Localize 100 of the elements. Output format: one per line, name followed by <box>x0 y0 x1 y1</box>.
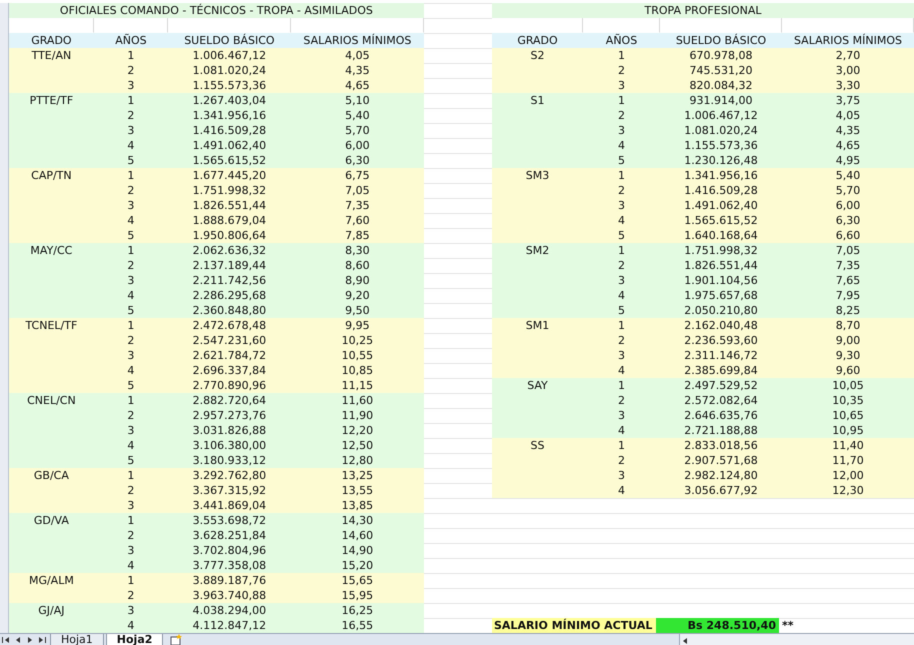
table-cell: 3.056.677,92 <box>660 483 782 498</box>
table-cell: 5 <box>583 303 660 318</box>
table-cell: SM3 <box>492 168 583 243</box>
table-cell: 2.982.124,80 <box>660 468 782 483</box>
table-cell: 1.341.956,16 <box>168 108 291 123</box>
table-cell: 8,70 <box>782 318 914 333</box>
table-cell: 1 <box>94 573 168 588</box>
table-cell: 11,40 <box>782 438 914 453</box>
table-cell: 7,60 <box>290 213 424 228</box>
table-cell: 1.901.104,56 <box>660 273 782 288</box>
table-cell: 2 <box>583 63 660 78</box>
table-cell: GJ/AJ <box>8 603 94 633</box>
table-cell: 3 <box>583 408 660 423</box>
horizontal-scrollbar[interactable] <box>679 634 914 645</box>
table-cell: 1.006.467,12 <box>660 108 782 123</box>
new-sheet-icon[interactable] <box>169 634 184 645</box>
table-cell: 4 <box>94 213 168 228</box>
table-cell: 10,95 <box>782 423 914 438</box>
table-cell: 5 <box>94 453 168 468</box>
table-cell: 4 <box>583 138 660 153</box>
table-cell: 4,95 <box>782 153 914 168</box>
table-cell: 5,10 <box>290 93 424 108</box>
sheet-tab[interactable]: Hoja2 <box>106 634 164 645</box>
table-title: TROPA PROFESIONAL <box>492 3 914 18</box>
table-cell: 1 <box>94 168 168 183</box>
table-cell: 3.553.698,72 <box>168 513 291 528</box>
table-cell: 11,15 <box>290 378 424 393</box>
table-cell: 1 <box>94 468 168 483</box>
table-cell: 1.081.020,24 <box>168 63 291 78</box>
table-cell: 5,40 <box>290 108 424 123</box>
table-cell: CNEL/CN <box>8 393 94 468</box>
table-cell: 2,70 <box>782 48 914 63</box>
table-cell: 2.385.699,84 <box>660 363 782 378</box>
table-cell: 2.472.678,48 <box>168 318 291 333</box>
table-cell: 1 <box>583 438 660 453</box>
table-cell: 3 <box>94 348 168 363</box>
table-cell: 14,60 <box>290 528 424 543</box>
table-cell: 1 <box>583 318 660 333</box>
table-cell: 4,35 <box>290 63 424 78</box>
table-cell: 12,30 <box>782 483 914 498</box>
table-cell: 1 <box>94 513 168 528</box>
table-cell: 3.367.315,92 <box>168 483 291 498</box>
table-cell: 3.777.358,08 <box>168 558 291 573</box>
table-cell: 10,05 <box>782 378 914 393</box>
table-cell: 2.572.082,64 <box>660 393 782 408</box>
column-header: AÑOS <box>583 33 660 48</box>
table-cell: 7,05 <box>290 183 424 198</box>
table-cell: 3 <box>583 78 660 93</box>
table-cell: 6,00 <box>782 198 914 213</box>
table-cell: 4 <box>94 288 168 303</box>
table-title: OFICIALES COMANDO - TÉCNICOS - TROPA - ASIMILADOS <box>8 3 424 18</box>
table-cell: 5,70 <box>782 183 914 198</box>
table-cell: 7,65 <box>782 273 914 288</box>
table-cell: GB/CA <box>8 468 94 513</box>
table-cell: 7,05 <box>782 243 914 258</box>
table-cell: 3 <box>94 273 168 288</box>
table-cell: 1.888.679,04 <box>168 213 291 228</box>
table-cell: S1 <box>492 93 583 168</box>
table-cell: 1.006.467,12 <box>168 48 291 63</box>
table-cell: 2.497.529,52 <box>660 378 782 393</box>
table-cell: 8,90 <box>290 273 424 288</box>
table-cell: 1 <box>583 168 660 183</box>
minimum-wage-value: Bs 248.510,40 <box>656 618 779 633</box>
table-cell: 1.230.126,48 <box>660 153 782 168</box>
table-cell: 1.416.509,28 <box>168 123 291 138</box>
table-cell: 3 <box>94 603 168 618</box>
table-cell: PTTE/TF <box>8 93 94 168</box>
sheet-tab[interactable]: Hoja1 <box>50 634 104 645</box>
table-cell: 1.826.551,44 <box>660 258 782 273</box>
table-cell: 4 <box>583 363 660 378</box>
table-cell: 1 <box>583 243 660 258</box>
table-cell: 2 <box>94 108 168 123</box>
table-cell: 1.565.615,52 <box>660 213 782 228</box>
table-cell: 4.038.294,00 <box>168 603 291 618</box>
table-cell: 4 <box>94 438 168 453</box>
table-cell: 1 <box>583 378 660 393</box>
table-cell: 8,60 <box>290 258 424 273</box>
table-cell: 9,50 <box>290 303 424 318</box>
table-cell: 13,85 <box>290 498 424 513</box>
table-cell: 670.978,08 <box>660 48 782 63</box>
table-cell: 1.155.573,36 <box>660 138 782 153</box>
table-cell: 1.640.168,64 <box>660 228 782 243</box>
table-cell: SM1 <box>492 318 583 378</box>
table-cell: 2 <box>94 483 168 498</box>
table-cell: 2 <box>94 408 168 423</box>
table-cell: 11,60 <box>290 393 424 408</box>
table-cell: 1.826.551,44 <box>168 198 291 213</box>
table-cell: 2.833.018,56 <box>660 438 782 453</box>
column-header: SALARIOS MÍNIMOS <box>782 33 914 48</box>
table-cell: 3,00 <box>782 63 914 78</box>
footnote-mark: ** <box>781 619 794 632</box>
table-cell: 10,65 <box>782 408 914 423</box>
table-cell: 6,30 <box>290 153 424 168</box>
table-cell: 2 <box>583 333 660 348</box>
table-cell: SS <box>492 438 583 498</box>
table-cell: 1.950.806,64 <box>168 228 291 243</box>
table-cell: SAY <box>492 378 583 438</box>
table-cell: TCNEL/TF <box>8 318 94 393</box>
table-cell: 7,35 <box>290 198 424 213</box>
table-cell: 4 <box>94 558 168 573</box>
